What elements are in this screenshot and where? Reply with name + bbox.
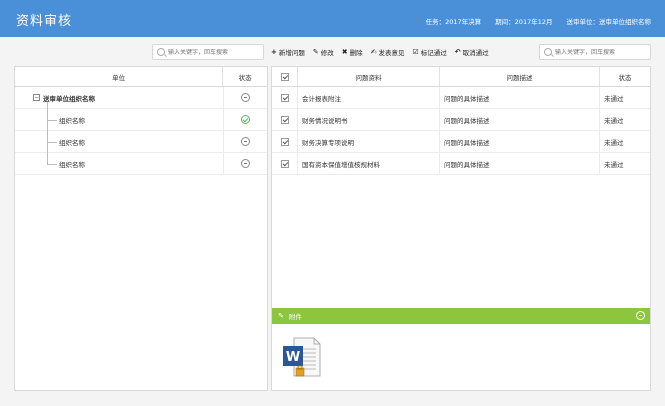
cancel-pass-button[interactable]: ↶ 取消通过 <box>455 47 489 57</box>
grid-search-box[interactable] <box>539 44 651 60</box>
tree-root-row[interactable]: − 送审单位组织名称 <box>15 87 267 109</box>
pencil-icon: ✎ <box>312 48 319 56</box>
row-checkbox[interactable] <box>280 115 289 124</box>
desc-cell: 问题的具体描述 <box>440 109 600 130</box>
desc-cell: 问题的具体描述 <box>440 131 600 152</box>
tree-branch <box>47 120 57 121</box>
column-header-desc: 问题描述 <box>440 67 600 86</box>
table-row[interactable]: 国有资本保值增值核规材料 问题的具体描述 未通过 <box>272 153 650 175</box>
tree-root-label[interactable]: 送审单位组织名称 <box>43 93 95 103</box>
grid-header: 问题资料 问题描述 状态 <box>272 67 650 87</box>
desc-cell: 问题的具体描述 <box>440 153 600 174</box>
checkbox-icon: ☑ <box>412 48 419 56</box>
tree-search-input[interactable] <box>168 48 263 56</box>
tree-node[interactable]: 组织名称 <box>15 153 267 175</box>
minus-circle-icon <box>241 137 251 146</box>
paperclip-icon: ✎ <box>278 312 284 320</box>
tree-branch <box>47 142 57 143</box>
search-icon <box>544 48 552 56</box>
svg-text:W: W <box>286 350 300 365</box>
collapse-icon[interactable] <box>636 311 645 320</box>
row-checkbox[interactable] <box>280 159 289 168</box>
page-body: 单位 状态 − 送审单位组织名称 组织名称 <box>0 37 665 406</box>
minus-circle-icon <box>241 93 251 102</box>
app-header: 资料审核 任务：2017年决算 期间：2017年12月 送审单位：送审单位组织名… <box>0 0 665 37</box>
toolbar: + 新增问题 ✎ 修改 ✖ 删除 ✍ 发表意见 ☑ 标记通过 ↶ 取消通过 <box>271 45 489 59</box>
attachment-label: 附件 <box>288 313 302 321</box>
task-info: 任务：2017年决算 <box>425 18 482 26</box>
org-tree-table: 单位 状态 − 送审单位组织名称 组织名称 组织名称 组织名称 <box>14 66 268 391</box>
column-header-unit: 单位 <box>15 67 224 86</box>
undo-icon: ↶ <box>454 48 461 56</box>
search-icon <box>157 48 165 56</box>
mark-pass-button[interactable]: ☑ 标记通过 <box>413 47 447 57</box>
attachment-bar[interactable]: ✎ 附件 <box>272 308 650 324</box>
doc-cell: 国有资本保值增值核规材料 <box>298 153 440 174</box>
column-header-status: 状态 <box>618 73 632 82</box>
status-cell: 未通过 <box>604 138 624 147</box>
row-checkbox[interactable] <box>280 93 289 102</box>
status-cell: 未通过 <box>604 160 624 169</box>
edit-note-icon: ✍ <box>370 48 377 56</box>
problem-pane: + 新增问题 ✎ 修改 ✖ 删除 ✍ 发表意见 ☑ 标记通过 ↶ 取消通过 输入… <box>271 42 651 391</box>
unit-info: 送审单位：送审单位组织名称 <box>566 18 652 26</box>
plus-icon: + <box>271 48 277 56</box>
collapse-icon[interactable]: − <box>33 94 40 101</box>
header-meta: 任务：2017年决算 期间：2017年12月 送审单位：送审单位组织名称 <box>426 16 651 26</box>
table-row[interactable]: 财务情况说明书 问题的具体描述 未通过 <box>272 109 650 131</box>
column-header-doc: 问题资料 <box>298 67 440 86</box>
doc-cell: 财务决算专项说明 <box>298 131 440 152</box>
status-cell: 未通过 <box>604 116 624 125</box>
table-row[interactable]: 财务决算专项说明 问题的具体描述 未通过 <box>272 131 650 153</box>
tree-branch <box>47 164 57 165</box>
tree-node[interactable]: 组织名称 <box>15 109 267 131</box>
publish-opinion-button[interactable]: ✍ 发表意见 <box>371 47 405 57</box>
table-row[interactable]: 会计报表附注 问题的具体描述 未通过 <box>272 87 650 109</box>
page-title: 资料审核 <box>16 14 73 29</box>
grid-search-input[interactable] <box>555 48 650 56</box>
tree-search-box[interactable] <box>152 44 264 60</box>
word-document-icon[interactable]: W <box>280 335 324 379</box>
doc-cell: 财务情况说明书 <box>298 109 440 130</box>
minus-circle-icon <box>241 159 251 168</box>
period-info: 期间：2017年12月 <box>495 18 553 26</box>
tree-header: 单位 状态 <box>15 67 267 87</box>
doc-cell: 会计报表附注 <box>298 87 440 108</box>
select-all-cell[interactable] <box>272 67 298 86</box>
tree-node-label[interactable]: 组织名称 <box>59 137 85 147</box>
desc-cell: 问题的具体描述 <box>440 87 600 108</box>
check-circle-icon <box>241 115 251 124</box>
edit-button[interactable]: ✎ 修改 <box>313 47 334 57</box>
column-header-status: 状态 <box>238 73 252 82</box>
select-all-checkbox[interactable] <box>280 72 289 81</box>
close-icon: ✖ <box>341 48 348 56</box>
delete-button[interactable]: ✖ 删除 <box>342 47 363 57</box>
status-cell: 未通过 <box>604 94 624 103</box>
problem-grid: 问题资料 问题描述 状态 会计报表附注 问题的具体描述 未通过 财务情况说明书 … <box>271 66 651 391</box>
row-checkbox[interactable] <box>280 137 289 146</box>
tree-node-label[interactable]: 组织名称 <box>59 159 85 169</box>
org-tree-pane: 单位 状态 − 送审单位组织名称 组织名称 <box>14 42 268 391</box>
tree-node-label[interactable]: 组织名称 <box>59 115 85 125</box>
tree-node[interactable]: 组织名称 <box>15 131 267 153</box>
add-issue-button[interactable]: + 新增问题 <box>271 47 305 57</box>
tree-connector <box>47 102 48 109</box>
